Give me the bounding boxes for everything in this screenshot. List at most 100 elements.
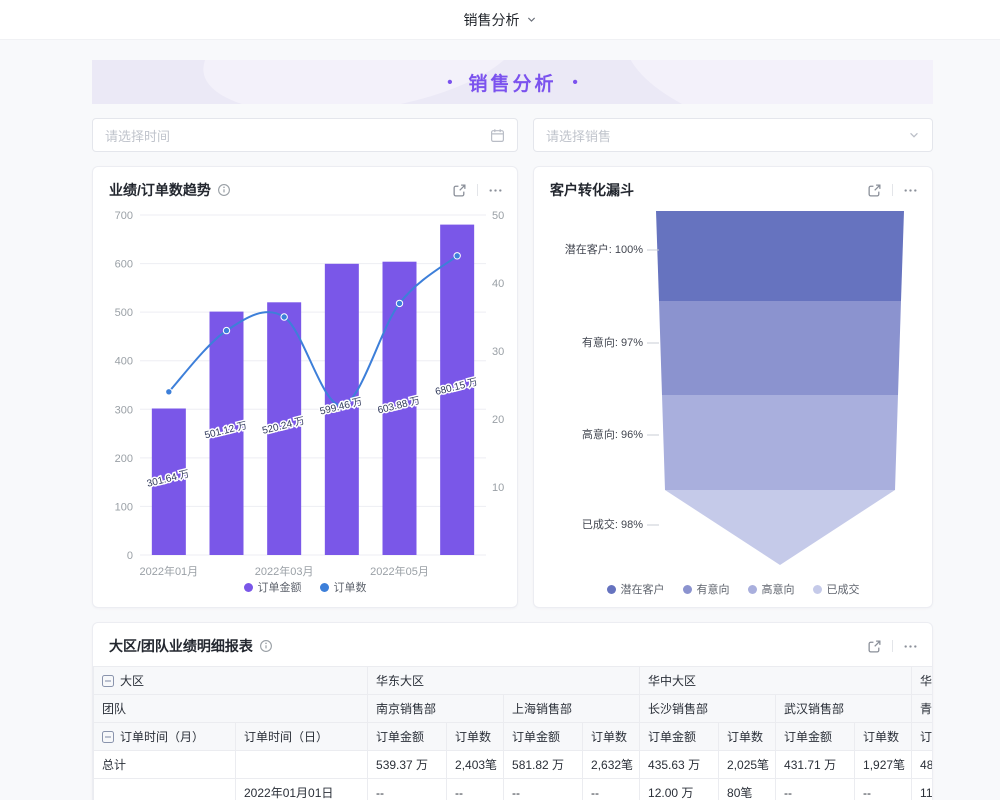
time-filter-placeholder: 请选择时间 — [105, 126, 170, 145]
legend-item[interactable]: 订单金额 — [244, 579, 302, 595]
legend-item[interactable]: 已成交 — [813, 581, 860, 597]
more-icon[interactable] — [903, 183, 918, 198]
legend-label: 订单数 — [334, 579, 367, 595]
y-axis-left-tick: 0 — [127, 550, 133, 562]
y-axis-right-tick: 40 — [492, 278, 504, 290]
team-name-header: 上海销售部 — [504, 695, 640, 723]
y-axis-left-tick: 700 — [115, 210, 133, 222]
metric-amount-header: 订单金额 — [504, 723, 583, 751]
line-point[interactable] — [396, 300, 402, 306]
legend-dot — [320, 583, 329, 592]
trend-card: 业绩/订单数趋势 0100200300400500600700102030405… — [92, 166, 518, 608]
trend-card-title-text: 业绩/订单数趋势 — [109, 180, 211, 200]
table-row: 总计539.37 万2,403笔581.82 万2,632笔435.63 万2,… — [94, 751, 933, 779]
funnel-card-title-text: 客户转化漏斗 — [550, 180, 634, 200]
legend-label: 高意向 — [762, 581, 795, 597]
line-point[interactable] — [166, 389, 172, 395]
value-cell: -- — [855, 779, 912, 800]
legend-dot — [683, 585, 692, 594]
export-icon[interactable] — [867, 183, 882, 198]
legend-item[interactable]: 订单数 — [320, 579, 367, 595]
legend-dot — [607, 585, 616, 594]
funnel-chart: 潜在客户: 100%有意向: 97%高意向: 96%已成交: 98% — [535, 203, 927, 593]
value-cell: 80笔 — [719, 779, 776, 800]
value-cell: 1,927笔 — [855, 751, 912, 779]
line-point[interactable] — [281, 314, 287, 320]
legend-label: 有意向 — [697, 581, 730, 597]
report-table-card: 大区/团队业绩明细报表 大区华东大区华中大区华北大区团队南京销售部上海销售部长沙… — [92, 622, 933, 800]
team-name-header: 武汉销售部 — [776, 695, 912, 723]
trend-card-actions — [452, 183, 503, 198]
legend-item[interactable]: 高意向 — [748, 581, 795, 597]
trend-card-title: 业绩/订单数趋势 — [109, 180, 231, 200]
trend-card-header: 业绩/订单数趋势 — [93, 167, 517, 200]
region-name-header: 华东大区 — [368, 667, 640, 695]
funnel-card-header: 客户转化漏斗 — [534, 167, 932, 200]
legend-dot — [748, 585, 757, 594]
table-card-actions — [867, 639, 918, 654]
table-scroll-area[interactable]: 大区华东大区华中大区华北大区团队南京销售部上海销售部长沙销售部武汉销售部青岛销售… — [93, 666, 932, 800]
chevron-down-icon — [526, 14, 537, 25]
page: 销售分析 • 销售分析 • 请选择时间 请选择销售 业绩/订单数趋势 — [0, 0, 1000, 800]
funnel-segment-2[interactable] — [662, 395, 898, 490]
day-cell: 2022年01月01日 — [236, 779, 368, 800]
info-circle-icon[interactable] — [259, 639, 273, 653]
y-axis-left-tick: 300 — [115, 404, 133, 416]
banner-dot-right: • — [573, 74, 578, 91]
collapse-minus-square-icon[interactable] — [102, 731, 114, 743]
more-icon[interactable] — [488, 183, 503, 198]
table-card-title: 大区/团队业绩明细报表 — [109, 636, 273, 656]
funnel-stage-label: 潜在客户: 100% — [565, 242, 643, 256]
value-cell: -- — [368, 779, 447, 800]
region-row-header: 大区 — [94, 667, 368, 695]
banner-dot-left: • — [447, 74, 452, 91]
sales-filter-placeholder: 请选择销售 — [546, 126, 611, 145]
time-filter-input[interactable]: 请选择时间 — [92, 118, 518, 152]
legend-item[interactable]: 有意向 — [683, 581, 730, 597]
y-axis-left-tick: 100 — [115, 501, 133, 513]
banner-title-text: 销售分析 — [468, 69, 556, 96]
funnel-segment-0[interactable] — [656, 211, 904, 301]
collapse-minus-square-icon[interactable] — [102, 675, 114, 687]
dashboard-title: 销售分析 — [464, 10, 520, 30]
value-cell: -- — [447, 779, 504, 800]
line-point[interactable] — [454, 253, 460, 259]
export-icon[interactable] — [452, 183, 467, 198]
y-axis-right-tick: 10 — [492, 482, 504, 494]
team-name-header: 南京销售部 — [368, 695, 504, 723]
funnel-card-actions — [867, 183, 918, 198]
value-cell: 2,025笔 — [719, 751, 776, 779]
sales-filter-select[interactable]: 请选择销售 — [533, 118, 933, 152]
more-icon[interactable] — [903, 639, 918, 654]
value-cell: 12.00 万 — [640, 779, 719, 800]
day-col-header: 订单时间（日） — [236, 723, 368, 751]
export-icon[interactable] — [867, 639, 882, 654]
pivot-table: 大区华东大区华中大区华北大区团队南京销售部上海销售部长沙销售部武汉销售部青岛销售… — [93, 666, 932, 800]
y-axis-left-tick: 200 — [115, 453, 133, 465]
banner-decor-blob — [613, 60, 933, 104]
team-name-header: 青岛销售部 — [912, 695, 932, 723]
y-axis-left-tick: 400 — [115, 356, 133, 368]
funnel-segment-3[interactable] — [665, 490, 895, 565]
info-circle-icon[interactable] — [217, 183, 231, 197]
month-cell: 总计 — [94, 751, 236, 779]
banner: • 销售分析 • — [92, 60, 933, 104]
region-name-header: 华北大区 — [912, 667, 932, 695]
value-cell: 431.71 万 — [776, 751, 855, 779]
funnel-card: 客户转化漏斗 潜在客户: 100%有意向: 97%高意向: 96%已成交: 98… — [533, 166, 933, 608]
topbar: 销售分析 — [0, 0, 1000, 40]
x-axis-tick: 2022年03月 — [255, 564, 314, 578]
metric-count-header: 订单数 — [719, 723, 776, 751]
funnel-legend: 潜在客户 有意向 高意向 已成交 — [534, 581, 932, 597]
value-cell: 435.63 万 — [640, 751, 719, 779]
legend-item[interactable]: 潜在客户 — [607, 581, 665, 597]
y-axis-left-tick: 500 — [115, 307, 133, 319]
value-cell: -- — [776, 779, 855, 800]
value-cell: 486.06 万 — [912, 751, 932, 779]
line-point[interactable] — [223, 327, 229, 333]
value-cell: 11.07 万 — [912, 779, 932, 800]
dashboard-switcher[interactable]: 销售分析 — [464, 10, 537, 30]
funnel-segment-1[interactable] — [659, 301, 901, 395]
table-row-teams: 团队南京销售部上海销售部长沙销售部武汉销售部青岛销售部 — [94, 695, 933, 723]
funnel-stage-label: 高意向: 96% — [582, 427, 643, 441]
